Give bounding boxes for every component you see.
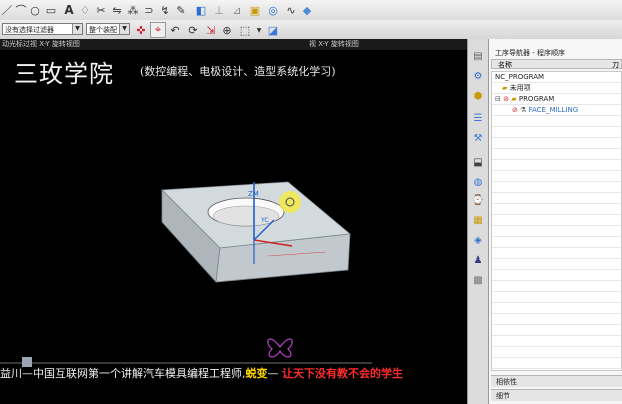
tree-row-unused[interactable]: ▰ 未用项 xyxy=(502,83,531,94)
navigator-column-header: 名称 刀 xyxy=(491,59,622,69)
tree-row-label: PROGRAM xyxy=(518,95,555,103)
roles-icon[interactable]: ♟ xyxy=(471,253,485,267)
brand-title: 三玫学院 xyxy=(14,60,114,88)
rotate-icon[interactable]: ⟳ xyxy=(186,23,200,37)
panel-dependencies[interactable]: 相依性 xyxy=(491,375,622,387)
viewport-caption-bar: 动光标过视 X-Y 旋转视图 视 X-Y 旋转视图 xyxy=(0,39,467,50)
web-browser-icon[interactable]: ◍ xyxy=(471,175,485,189)
operation-navigator-icon[interactable]: ☰ xyxy=(471,111,485,125)
footer-dash: — xyxy=(267,367,279,380)
offset-icon[interactable]: ⊃ xyxy=(142,3,156,17)
toggle-icon[interactable]: ◧ xyxy=(194,3,208,17)
folder-icon: ▰ xyxy=(502,84,508,92)
type-filter-select[interactable]: 没有选择过滤器 ▼ xyxy=(2,23,83,35)
panel-details[interactable]: 细节 xyxy=(491,389,622,401)
assembly-filter-select[interactable]: 整个装配 ▼ xyxy=(86,23,130,35)
inferred-icon[interactable]: ⊿ xyxy=(230,3,244,17)
shape-icon[interactable]: ♢ xyxy=(78,3,92,17)
navigator-tree: NC_PROGRAM ▰ 未用项 ⊟ ⊘ ▰ PROGRAM ⊘ ⚗ FACE_… xyxy=(491,71,622,371)
toolbar-sketch: ／ ⌒ ○ ▭ A ♢ ✂ ⇋ ⁂ ⊃ ↯ ✎ ◧ ⊥ ⊿ ▣ ◎ ∿ ◆ xyxy=(0,0,622,21)
collapse-icon[interactable]: ⊟ xyxy=(495,95,501,103)
scale-icon[interactable]: ⇲ xyxy=(204,23,218,37)
tilde-icon[interactable]: ∿ xyxy=(284,3,298,17)
part-model[interactable]: ZM YC xyxy=(150,174,370,294)
tint-icon[interactable]: ◆ xyxy=(300,3,314,17)
assembly-navigator-icon[interactable]: ▤ xyxy=(471,49,485,63)
tree-row-label: 未用项 xyxy=(509,84,531,92)
footer-slogan: 让天下没有教不会的学生 xyxy=(282,367,403,380)
chevron-down-icon[interactable]: ▼ xyxy=(119,24,129,34)
tree-row-operation[interactable]: ⊘ ⚗ FACE_MILLING xyxy=(512,105,578,116)
tree-row-label: FACE_MILLING xyxy=(528,106,579,114)
reuse-library-icon[interactable]: ⬓ xyxy=(471,155,485,169)
select-box-icon[interactable]: ⬚ xyxy=(238,23,252,37)
toolbar-selection: 没有选择过滤器 ▼ 整个装配 ▼ ✜ ⌖ ↶ ⟳ ⇲ ⊕ ⬚ ▼ ◪ xyxy=(0,20,622,40)
view-cube-icon[interactable]: ◪ xyxy=(266,23,280,37)
pocket-floor xyxy=(212,205,280,227)
system-materials-icon[interactable]: ▦ xyxy=(471,213,485,227)
yc-label: YC xyxy=(260,217,269,224)
zm-label: ZM xyxy=(248,190,259,198)
assembly-filter-value: 整个装配 xyxy=(89,26,117,34)
footer-prefix: 益川—中国互联网第一个讲解汽车模具编程工程师, xyxy=(0,367,246,380)
rectangle-icon[interactable]: ▭ xyxy=(44,3,58,17)
brand-subtitle: (数控编程、电极设计、造型系统化学习) xyxy=(140,65,336,78)
navigator-title: 工序导航器 - 程序顺序 xyxy=(495,49,565,57)
chevron-down-icon[interactable]: ▼ xyxy=(72,24,82,34)
status-icon: ⊘ xyxy=(503,95,509,103)
viewport-caption-left: 动光标过视 X-Y 旋转视图 xyxy=(2,40,80,48)
pattern-icon[interactable]: ⁂ xyxy=(126,3,140,17)
zoom-icon[interactable]: ⊕ xyxy=(220,23,234,37)
footer-highlight: 蜕变 xyxy=(245,367,268,380)
project-icon[interactable]: ↯ xyxy=(158,3,172,17)
constraint-icon[interactable]: ⊥ xyxy=(212,3,226,17)
tree-row-program[interactable]: ⊟ ⊘ ▰ PROGRAM xyxy=(495,94,554,105)
arc-icon[interactable]: ⌒ xyxy=(14,3,28,17)
process-studio-icon[interactable]: ◈ xyxy=(471,233,485,247)
tree-row-label: NC_PROGRAM xyxy=(495,73,545,81)
column-tool[interactable]: 刀 xyxy=(612,60,619,70)
undo-icon[interactable]: ↶ xyxy=(168,23,182,37)
tree-row-root[interactable]: NC_PROGRAM xyxy=(495,72,544,83)
palette-icon[interactable]: ▩ xyxy=(471,273,485,287)
constraint-navigator-icon[interactable]: ⚙ xyxy=(471,69,485,83)
type-filter-value: 没有选择过滤器 xyxy=(5,26,54,34)
snap-icon[interactable]: ✜ xyxy=(134,23,148,37)
select-point-icon[interactable]: ⌖ xyxy=(150,22,166,38)
operation-icon: ⚗ xyxy=(520,106,527,114)
sketch-icon[interactable]: ✎ xyxy=(174,3,188,17)
text-icon[interactable]: A xyxy=(62,3,76,17)
folder-icon: ▰ xyxy=(511,95,517,103)
circle-icon[interactable]: ○ xyxy=(28,3,42,17)
cube-icon[interactable]: ▣ xyxy=(248,3,262,17)
operation-navigator: 工序导航器 - 程序顺序 名称 刀 NC_PROGRAM ▰ 未用项 ⊟ ⊘ ▰… xyxy=(489,39,622,404)
column-name[interactable]: 名称 xyxy=(498,60,512,70)
dimension-icon[interactable]: ◎ xyxy=(266,3,280,17)
graphics-viewport[interactable]: 动光标过视 X-Y 旋转视图 视 X-Y 旋转视图 三玫学院 (数控编程、电极设… xyxy=(0,39,467,404)
history-icon[interactable]: ⌚ xyxy=(471,193,485,207)
part-navigator-icon[interactable]: ⬢ xyxy=(471,89,485,103)
machine-navigator-icon[interactable]: ⚒ xyxy=(471,131,485,145)
cursor-highlight xyxy=(279,191,301,213)
status-icon: ⊘ xyxy=(512,106,518,114)
footer-banner: 益川—中国互联网第一个讲解汽车模具编程工程师,蜕变— 让天下没有教不会的学生 xyxy=(0,365,467,383)
line-icon[interactable]: ／ xyxy=(0,3,14,17)
trim-icon[interactable]: ✂ xyxy=(94,3,108,17)
chevron-down-icon[interactable]: ▼ xyxy=(252,23,266,37)
resource-bar: ▤ ⚙ ⬢ ☰ ⚒ ⬓ ◍ ⌚ ▦ ◈ ♟ ▩ xyxy=(467,39,489,404)
viewport-caption-right: 视 X-Y 旋转视图 xyxy=(309,40,359,48)
mirror-icon[interactable]: ⇋ xyxy=(110,3,124,17)
